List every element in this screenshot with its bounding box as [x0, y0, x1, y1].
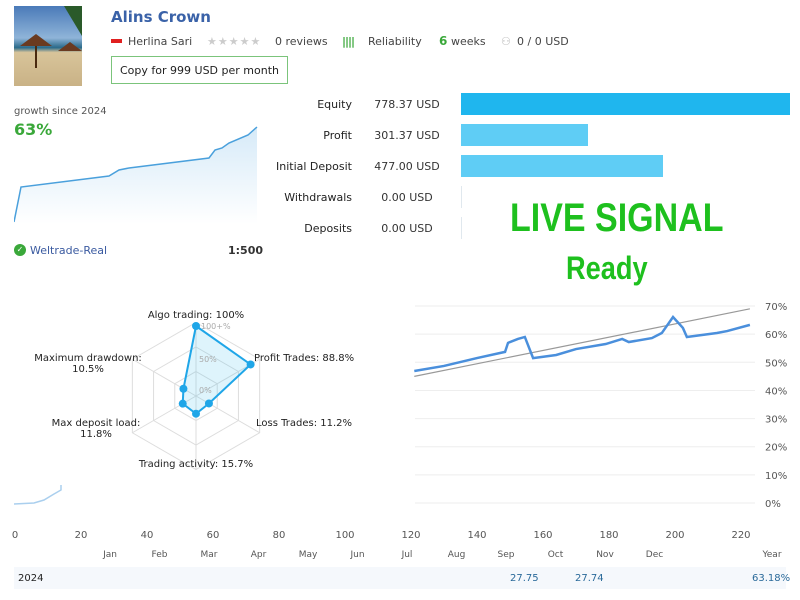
- stat-value: 0.00 USD: [381, 222, 433, 235]
- x-tick-label: 20: [74, 530, 88, 541]
- leverage-value: 1:500: [228, 244, 264, 257]
- author-name[interactable]: Herlina Sari: [128, 35, 192, 48]
- month-header: Oct: [547, 550, 564, 560]
- y-tick-label: 50%: [765, 358, 787, 369]
- stat-value: 778.37 USD: [374, 98, 440, 111]
- stat-label: Profit: [323, 129, 352, 142]
- month-header: May: [298, 550, 318, 560]
- month-header: Jul: [401, 550, 413, 560]
- verified-check-icon: ✓: [14, 244, 26, 256]
- y-tick-label: 20%: [765, 443, 787, 454]
- year-total-value: 63.18%: [752, 573, 791, 584]
- month-header: Aug: [447, 550, 466, 560]
- signal-title[interactable]: Alins Crown: [111, 8, 211, 26]
- ready-overlay: Ready: [566, 250, 648, 286]
- subscribers-icon: ⚇: [501, 35, 511, 48]
- reliability-bars-icon: ||||: [342, 35, 355, 48]
- x-tick-label: 40: [140, 530, 154, 541]
- x-tick-label: 120: [401, 530, 421, 541]
- stat-bar: [461, 124, 589, 146]
- stat-value: 477.00 USD: [374, 160, 440, 173]
- y-tick-label: 70%: [765, 302, 787, 313]
- stat-bar: [461, 155, 663, 177]
- y-tick-label: 0%: [765, 499, 781, 510]
- live-signal-overlay: LIVE SIGNAL: [510, 196, 724, 240]
- weeks-label: weeks: [451, 35, 486, 48]
- x-tick-label: 60: [206, 530, 220, 541]
- flag-icon: [111, 39, 122, 43]
- oct-value: 27.74: [575, 573, 604, 584]
- x-tick-label: 180: [599, 530, 619, 541]
- month-header: Dec: [645, 550, 664, 560]
- weeks-number: 6: [439, 34, 448, 48]
- x-tick-label: 220: [731, 530, 751, 541]
- beach-umbrella-icon: [20, 6, 82, 68]
- stat-label: Deposits: [304, 222, 352, 235]
- sep-value: 27.75: [510, 573, 539, 584]
- growth-line-chart: 0% 10% 20% 30% 40% 50% 60% 70%: [414, 302, 787, 510]
- trend-line: [414, 308, 751, 377]
- year-label: 2024: [18, 573, 44, 584]
- y-tick-label: 30%: [765, 415, 787, 426]
- signal-avatar: [14, 6, 82, 86]
- stat-value: 0.00 USD: [381, 191, 433, 204]
- month-header: Nov: [596, 550, 614, 560]
- month-header: Feb: [151, 550, 168, 560]
- x-tick-label: 0: [11, 530, 19, 541]
- x-tick-label: 140: [467, 530, 487, 541]
- y-tick-label: 60%: [765, 330, 787, 341]
- copy-subscribe-button[interactable]: Copy for 999 USD per month: [111, 56, 288, 84]
- y-tick-label: 40%: [765, 386, 787, 397]
- growth-series-line: [414, 314, 751, 373]
- stat-bar: [461, 186, 462, 208]
- stat-label: Equity: [317, 98, 352, 111]
- broker-link[interactable]: Weltrade-Real: [30, 244, 107, 257]
- year-row: [14, 567, 786, 589]
- reviews-link[interactable]: 0 reviews: [275, 35, 328, 48]
- month-header: Sep: [497, 550, 515, 560]
- star-rating-icon: ★★★★★: [207, 35, 262, 48]
- stat-bar: [461, 93, 790, 115]
- x-tick-label: 160: [533, 530, 553, 541]
- reliability-label: Reliability: [368, 35, 422, 48]
- stat-label: Withdrawals: [284, 191, 352, 204]
- stat-value: 301.37 USD: [374, 129, 440, 142]
- subscribers-value: 0 / 0 USD: [517, 35, 569, 48]
- month-header: Year: [762, 550, 782, 560]
- growth-sparkline: [14, 126, 258, 224]
- month-header: Mar: [200, 550, 218, 560]
- stat-bar: [461, 217, 462, 239]
- month-header: Jan: [103, 550, 117, 560]
- stat-label: Initial Deposit: [276, 160, 352, 173]
- x-tick-label: 100: [335, 530, 355, 541]
- y-tick-label: 10%: [765, 471, 787, 482]
- x-tick-label: 200: [665, 530, 685, 541]
- month-header: Jun: [350, 550, 365, 560]
- x-tick-label: 80: [272, 530, 286, 541]
- growth-label: growth since 2024: [14, 106, 107, 117]
- month-header: Apr: [250, 550, 267, 560]
